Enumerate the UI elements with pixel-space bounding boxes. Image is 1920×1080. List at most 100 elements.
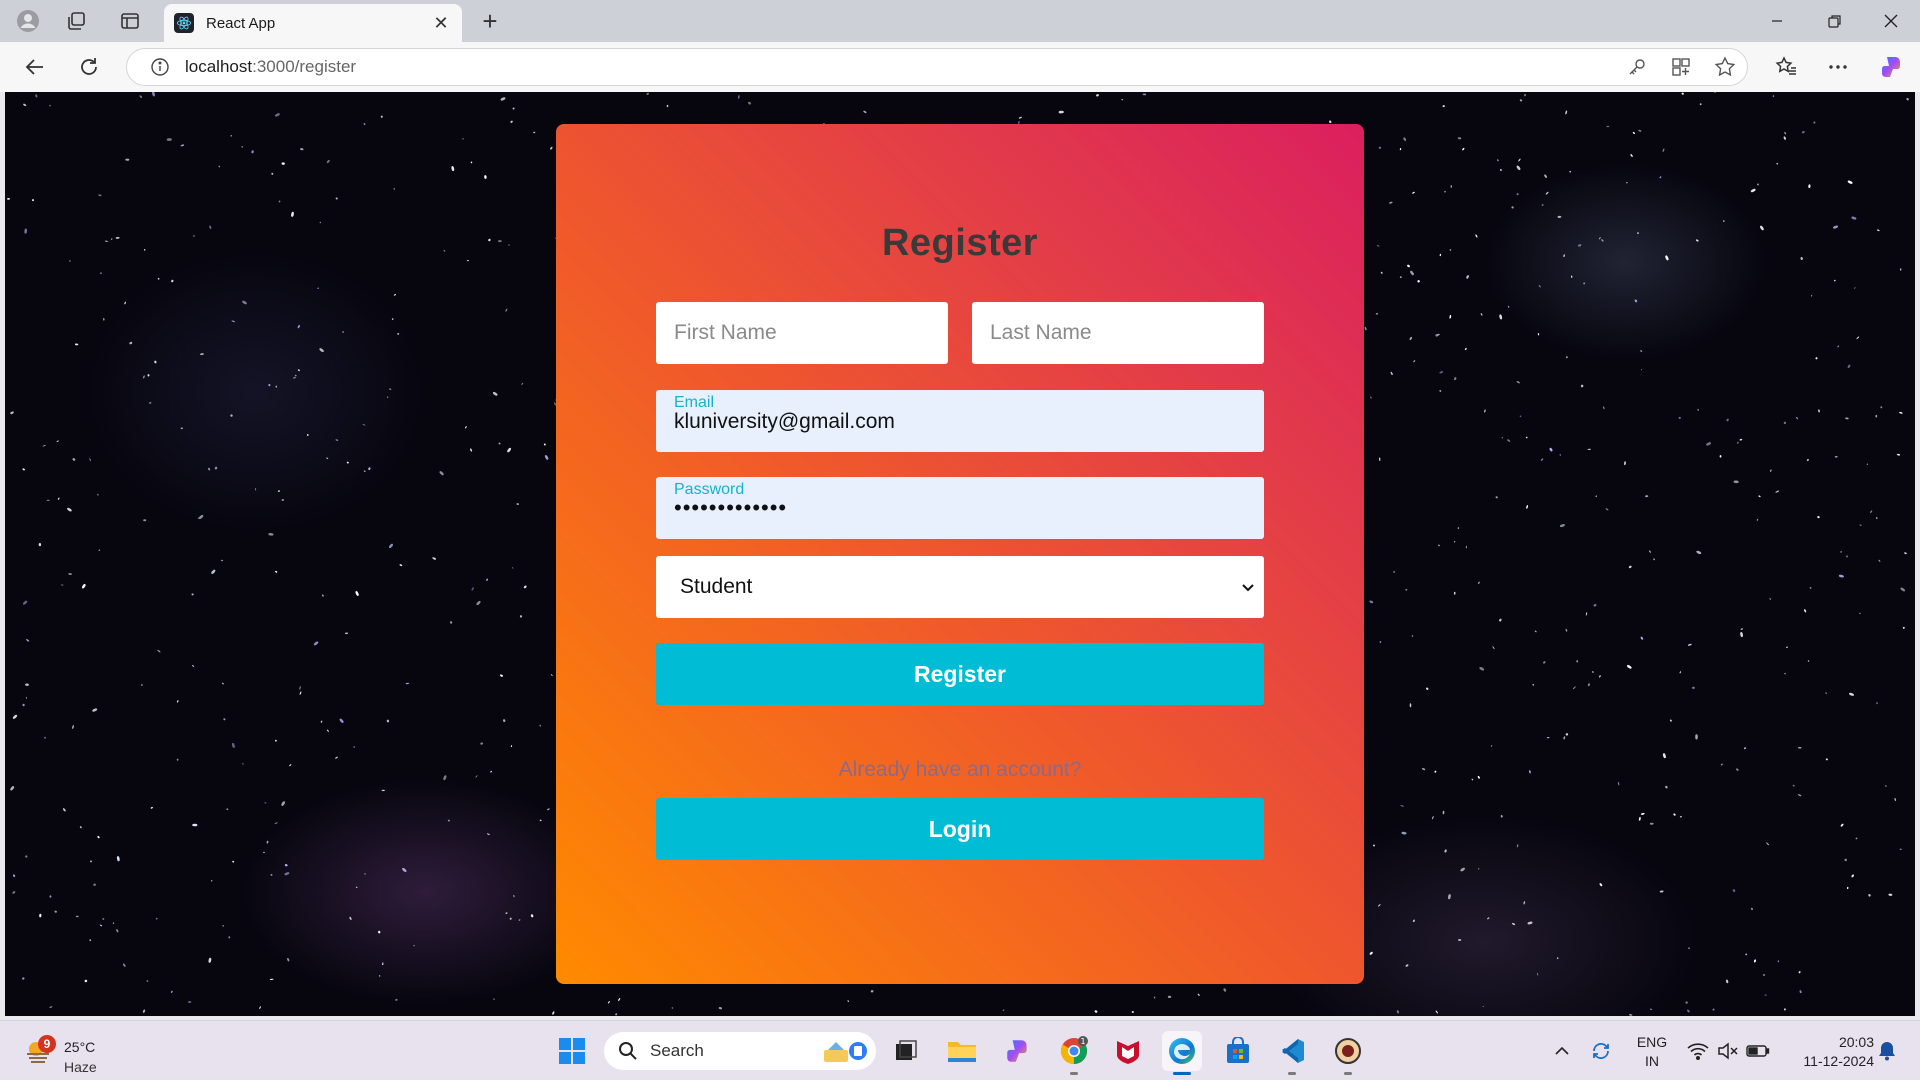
role-selected-value: Student — [680, 575, 753, 598]
vscode-icon[interactable] — [1272, 1031, 1312, 1075]
system-clock[interactable]: 20:03 11-12-2024 — [1784, 1033, 1874, 1071]
star — [671, 1007, 674, 1009]
star — [1679, 815, 1682, 818]
volume-muted-icon[interactable] — [1714, 1031, 1742, 1071]
star — [1434, 770, 1437, 773]
site-info-icon[interactable] — [149, 56, 171, 78]
start-windows-icon[interactable] — [552, 1031, 592, 1071]
language-indicator[interactable]: ENG IN — [1632, 1033, 1672, 1071]
tab-strip: React App ✕ + — [0, 0, 1920, 42]
password-field[interactable]: Password ••••••••••••• — [656, 477, 1264, 539]
vertical-tabs-icon[interactable] — [114, 6, 146, 36]
register-button[interactable]: Register — [656, 643, 1264, 705]
workspaces-icon[interactable] — [60, 6, 92, 36]
email-field[interactable]: Email kluniversity@gmail.com — [656, 390, 1264, 452]
last-name-input[interactable]: Last Name — [972, 302, 1264, 364]
mcafee-icon[interactable] — [1108, 1031, 1148, 1071]
star — [1735, 768, 1739, 771]
weather-widget[interactable]: 9 25°C Haze — [20, 1029, 130, 1075]
show-hidden-icons-icon[interactable] — [1550, 1031, 1574, 1071]
star — [1516, 844, 1519, 848]
star — [1813, 121, 1816, 124]
star — [1851, 874, 1854, 878]
star — [1565, 628, 1568, 632]
star — [502, 719, 506, 722]
task-view-icon[interactable] — [886, 1031, 926, 1071]
star — [1442, 810, 1445, 815]
microsoft-store-icon[interactable] — [1218, 1031, 1258, 1071]
profile-icon[interactable] — [12, 6, 44, 36]
star — [269, 978, 274, 981]
app-available-icon[interactable] — [1659, 51, 1703, 83]
edge-icon[interactable] — [1162, 1031, 1202, 1075]
star — [99, 272, 102, 275]
star — [275, 570, 278, 573]
notification-bell-icon[interactable] — [1874, 1031, 1900, 1071]
star — [35, 94, 38, 98]
star — [1737, 441, 1739, 444]
star — [449, 621, 453, 624]
star — [1640, 812, 1645, 815]
university-app-icon[interactable] — [1328, 1031, 1368, 1075]
more-options-icon[interactable] — [1818, 51, 1858, 83]
favorites-icon[interactable] — [1766, 51, 1806, 83]
star — [1480, 313, 1483, 316]
star — [1482, 1005, 1484, 1008]
taskbar-search[interactable]: Search — [604, 1032, 876, 1070]
star — [488, 238, 491, 242]
restore-icon[interactable] — [1806, 0, 1864, 42]
star — [99, 924, 103, 927]
star — [1121, 98, 1124, 101]
star — [1777, 960, 1779, 963]
star — [1899, 848, 1902, 850]
browser-tab[interactable]: React App ✕ — [164, 4, 462, 42]
star — [1695, 734, 1698, 740]
address-bar[interactable]: localhost:3000/register — [126, 48, 1748, 86]
star — [1603, 406, 1605, 410]
star — [24, 228, 28, 234]
minimize-icon[interactable] — [1748, 0, 1806, 42]
star — [1681, 92, 1684, 95]
star — [89, 458, 91, 462]
star — [1432, 815, 1434, 820]
new-tab-button[interactable]: + — [474, 6, 506, 36]
star — [1364, 326, 1367, 331]
star — [508, 244, 510, 246]
star — [1389, 201, 1393, 204]
star — [1757, 183, 1759, 186]
key-icon[interactable] — [1615, 51, 1659, 83]
star — [1856, 336, 1860, 340]
back-icon[interactable] — [18, 51, 52, 83]
copilot-app-icon[interactable] — [998, 1031, 1038, 1071]
star — [521, 383, 524, 385]
first-name-input[interactable]: First Name — [656, 302, 948, 364]
email-value: kluniversity@gmail.com — [674, 410, 895, 433]
favorite-star-icon[interactable] — [1703, 51, 1747, 83]
star — [1745, 953, 1748, 956]
star — [149, 401, 152, 404]
chrome-icon[interactable]: 1 — [1054, 1031, 1094, 1075]
star — [68, 573, 72, 575]
star — [1197, 993, 1200, 996]
star — [552, 1011, 555, 1015]
battery-icon[interactable] — [1744, 1031, 1772, 1071]
refresh-icon[interactable] — [72, 51, 106, 83]
role-select[interactable]: Student — [656, 556, 1264, 618]
star — [1880, 406, 1883, 409]
copilot-icon[interactable] — [1872, 51, 1912, 83]
search-highlight-icon — [824, 1042, 867, 1062]
star — [1369, 951, 1373, 955]
file-explorer-icon[interactable] — [942, 1031, 982, 1071]
star — [143, 249, 146, 251]
wifi-icon[interactable] — [1684, 1031, 1712, 1071]
star — [1807, 660, 1810, 662]
star — [498, 442, 501, 445]
star — [1403, 137, 1407, 141]
star — [1870, 510, 1873, 513]
close-tab-icon[interactable]: ✕ — [430, 12, 452, 34]
login-button[interactable]: Login — [656, 798, 1264, 860]
close-window-icon[interactable] — [1862, 0, 1920, 42]
star — [646, 92, 650, 95]
star — [1379, 641, 1382, 643]
sync-icon[interactable] — [1586, 1031, 1616, 1071]
